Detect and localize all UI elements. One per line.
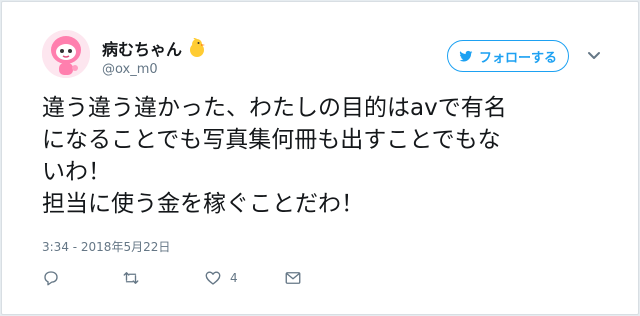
envelope-icon (285, 272, 301, 284)
twitter-bird-icon (459, 50, 473, 62)
action-bar: 4 (42, 266, 342, 290)
tweet-card: 病むちゃん @ox_m0 フォローする 違う違う違かった、わたしの目的はavで有… (1, 1, 639, 315)
user-handle[interactable]: @ox_m0 (102, 62, 158, 77)
reply-icon (44, 271, 58, 286)
tweet-text: 違う違う違かった、わたしの目的はavで有名 になることでも写真集何冊も出すことで… (42, 95, 507, 217)
avatar[interactable] (42, 30, 90, 78)
like-button[interactable]: 4 (204, 266, 238, 290)
retweet-button[interactable] (122, 266, 140, 290)
follow-button[interactable]: フォローする (447, 40, 569, 72)
heart-icon (205, 271, 221, 285)
chevron-down-icon[interactable] (584, 46, 604, 66)
display-name-text: 病むちゃん (102, 40, 183, 59)
message-button[interactable] (284, 266, 302, 290)
chick-emoji-icon (190, 38, 206, 57)
follow-button-label: フォローする (478, 50, 557, 66)
reply-button[interactable] (42, 266, 60, 290)
display-name[interactable]: 病むちゃん (102, 36, 208, 60)
retweet-icon (123, 272, 139, 284)
pink-mascot-avatar-icon (42, 30, 90, 78)
tweet-timestamp[interactable]: 3:34 - 2018年5月22日 (42, 238, 170, 255)
like-count: 4 (230, 271, 238, 285)
